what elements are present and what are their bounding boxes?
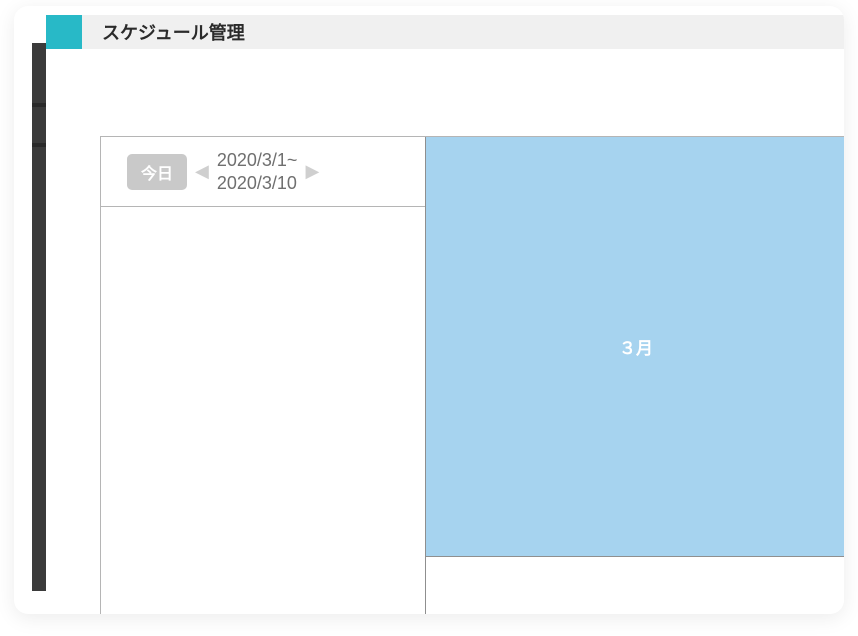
page-title: スケジュール管理 [102, 19, 245, 45]
month-label: ３月 [426, 137, 844, 557]
gantt-chart: 今日 ◀ 2020/3/1~ 2020/3/10 ▶ ３月 1(月)2(火)3(… [100, 136, 844, 614]
month-header-row: 今日 ◀ 2020/3/1~ 2020/3/10 ▶ ３月 1(月)2(火)3(… [101, 137, 844, 614]
date-range-to: 2020/3/10 [217, 172, 298, 195]
app-card: スケジュール管理 今日 ◀ 2020/3/1~ 2020/3/10 ▶ ３月 1… [14, 6, 844, 614]
side-rail [32, 43, 46, 591]
date-toolbar: 今日 ◀ 2020/3/1~ 2020/3/10 ▶ [101, 137, 425, 207]
day-header: 1(月)2(火)3(水)4(木)5(金)6(土)7(日)8(月)9(火)10(水… [426, 557, 844, 614]
next-range-icon[interactable]: ▶ [297, 161, 327, 182]
header-bar: スケジュール管理 [46, 15, 844, 49]
prev-range-icon[interactable]: ◀ [187, 161, 217, 182]
date-range-from: 2020/3/1~ [217, 149, 298, 172]
header-accent [46, 15, 82, 49]
date-range: 2020/3/1~ 2020/3/10 [217, 149, 298, 194]
today-button[interactable]: 今日 [127, 154, 187, 190]
